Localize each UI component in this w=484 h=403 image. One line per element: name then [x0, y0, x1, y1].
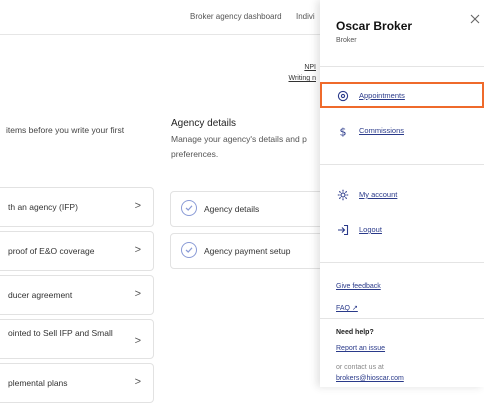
drawer-item-label: My account: [359, 190, 398, 199]
writing-number-label[interactable]: Writing n: [289, 73, 317, 84]
drawer-item-my-account[interactable]: My account: [320, 181, 484, 207]
check-circle-icon: [181, 242, 197, 258]
faq-link[interactable]: FAQ ↗: [336, 304, 358, 312]
drawer-item-logout[interactable]: Logout: [320, 216, 484, 242]
chevron-right-icon: >: [134, 376, 141, 388]
location-pin-icon: [337, 89, 349, 102]
report-issue-link[interactable]: Report an issue: [336, 345, 385, 352]
drawer-item-commissions[interactable]: $ Commissions: [320, 117, 484, 143]
task-label: th an agency (IFP): [8, 202, 78, 212]
drawer-divider: [320, 66, 484, 67]
agency-details-label: Agency details: [204, 204, 260, 214]
task-card-supplemental-plans[interactable]: plemental plans >: [0, 363, 154, 403]
drawer-item-label: Logout: [359, 225, 382, 234]
dollar-icon: $: [337, 124, 349, 139]
task-label: ointed to Sell IFP and Small: [8, 328, 113, 338]
drawer-divider: [320, 318, 484, 319]
close-icon[interactable]: [470, 11, 484, 25]
task-label: ducer agreement: [8, 290, 73, 300]
nav-individual[interactable]: Indivi: [296, 12, 315, 21]
chevron-right-icon: >: [134, 200, 141, 212]
nav-broker-agency-dashboard[interactable]: Broker agency dashboard: [190, 12, 282, 21]
svg-text:$: $: [340, 126, 347, 138]
drawer-item-label: Commissions: [359, 126, 405, 135]
user-name: Oscar Broker: [336, 19, 413, 33]
onboarding-intro-text: items before you write your first: [6, 125, 125, 135]
agency-details-description: Manage your agency's details and p prefe…: [171, 134, 307, 159]
task-card-producer-agreement[interactable]: ducer agreement >: [0, 275, 154, 315]
task-card-agency-ifp[interactable]: th an agency (IFP) >: [0, 187, 154, 227]
drawer-item-appointments[interactable]: Appointments: [320, 82, 484, 108]
task-label: proof of E&O coverage: [8, 246, 95, 256]
agency-payment-setup-card[interactable]: Agency payment setup: [170, 233, 332, 269]
task-card-appointed-to-sell[interactable]: ointed to Sell IFP and Small >: [0, 319, 154, 359]
agency-payment-setup-label: Agency payment setup: [204, 246, 291, 256]
agency-details-card[interactable]: Agency details: [170, 191, 332, 227]
chevron-right-icon: >: [134, 288, 141, 300]
profile-drawer: Oscar Broker Broker Appointments $ Commi…: [320, 0, 484, 387]
drawer-divider: [320, 164, 484, 165]
agency-details-heading: Agency details: [171, 118, 237, 129]
logout-icon: [337, 223, 349, 236]
task-card-eo-coverage[interactable]: proof of E&O coverage >: [0, 231, 154, 271]
give-feedback-link[interactable]: Give feedback: [336, 283, 381, 290]
support-email-link[interactable]: brokers@hioscar.com: [336, 375, 404, 382]
npi-label[interactable]: NPI: [289, 62, 316, 73]
gear-icon: [337, 188, 349, 201]
check-circle-icon: [181, 200, 197, 216]
user-role: Broker: [336, 37, 357, 44]
need-help-heading: Need help?: [336, 329, 374, 336]
npi-info: NPI Writing n: [289, 62, 317, 84]
chevron-right-icon: >: [134, 335, 141, 347]
chevron-right-icon: >: [134, 244, 141, 256]
drawer-divider: [320, 262, 484, 263]
contact-text: or contact us at: [336, 364, 384, 371]
drawer-item-label: Appointments: [359, 91, 405, 100]
